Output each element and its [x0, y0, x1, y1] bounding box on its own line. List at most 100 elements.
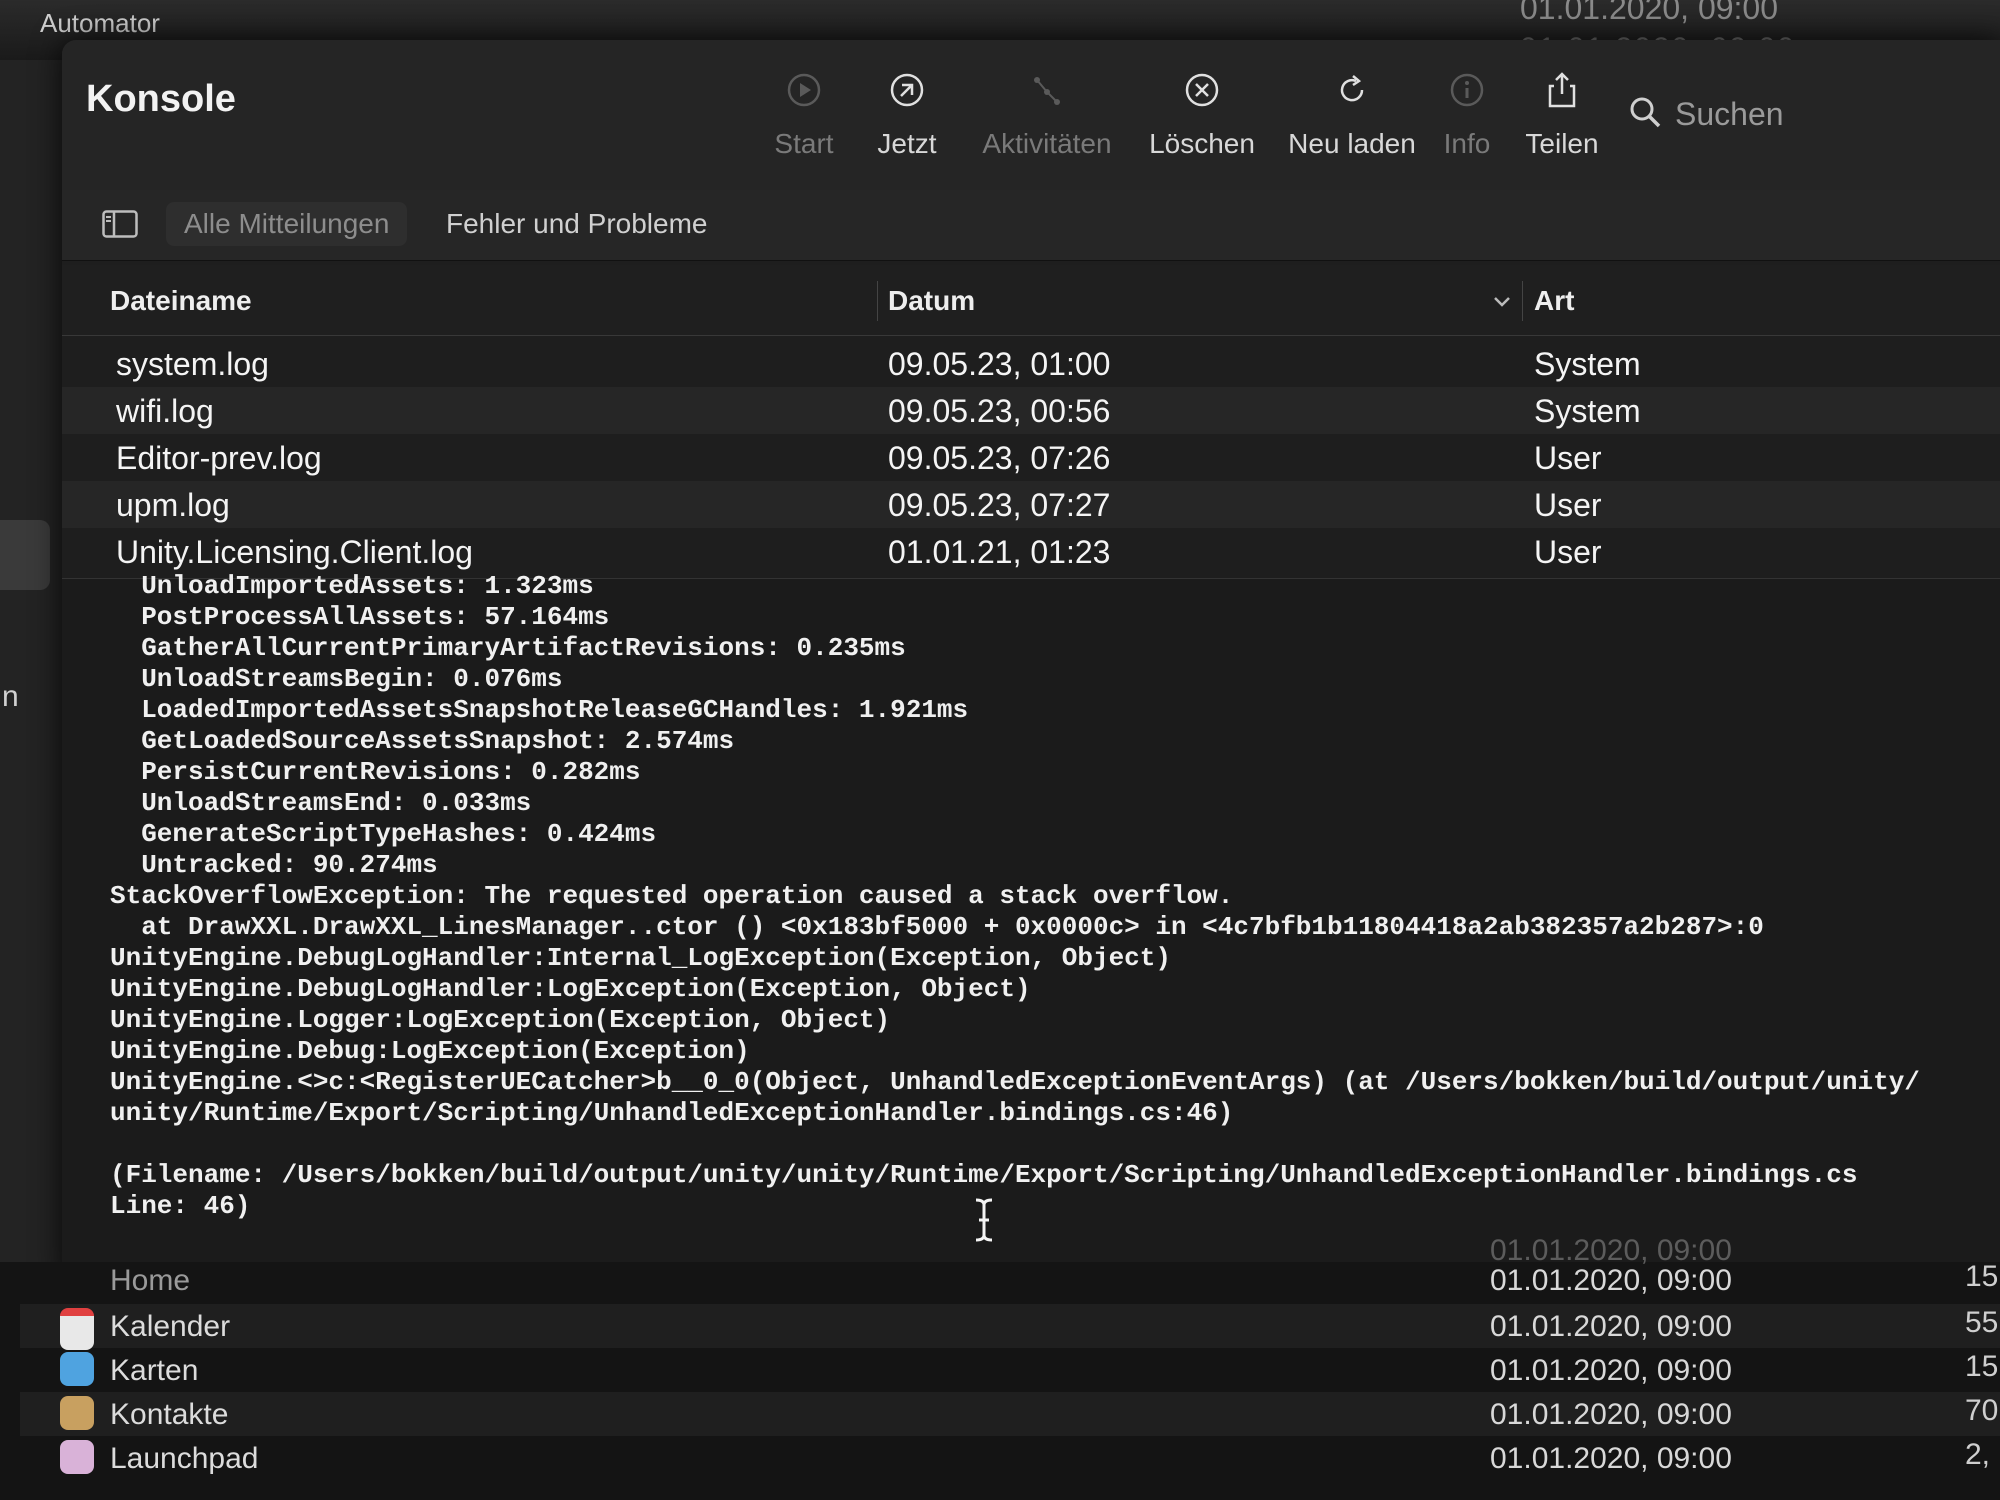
info-label: Info	[1443, 128, 1491, 159]
activities-button[interactable]: Aktivitäten	[942, 70, 1152, 160]
app-name: Home	[110, 1264, 191, 1297]
log-line: GenerateScriptTypeHashes: 0.424ms	[110, 819, 657, 849]
file-name: upm.log	[116, 487, 230, 523]
window-title: Konsole	[86, 78, 236, 120]
list-item[interactable]: Launchpad 01.01.2020, 09:00 2,	[20, 1436, 2000, 1480]
app-date: 01.01.2020, 09:00	[1490, 1398, 1732, 1431]
file-date: 09.05.23, 07:26	[888, 440, 1111, 476]
log-line: at DrawXXL.DrawXXL_LinesManager..ctor ()…	[110, 912, 1764, 942]
reload-button[interactable]: Neu laden	[1262, 70, 1442, 160]
log-line: UnityEngine.Logger:LogException(Exceptio…	[110, 1005, 891, 1035]
launchpad-icon	[60, 1440, 94, 1474]
list-item[interactable]: Kalender 01.01.2020, 09:00 55,	[20, 1304, 2000, 1350]
list-item[interactable]: Kontakte 01.01.2020, 09:00 70	[20, 1392, 2000, 1436]
share-label: Teilen	[1525, 128, 1599, 159]
log-content[interactable]: UnloadImportedAssets: 1.323ms PostProces…	[62, 571, 2000, 1279]
log-line: LoadedImportedAssetsSnapshotReleaseGCHan…	[110, 695, 969, 725]
info-button[interactable]: Info	[1417, 70, 1517, 160]
app-size: 2,	[1965, 1438, 1991, 1471]
log-line: UnloadImportedAssets: 1.323ms	[110, 571, 594, 601]
file-name: Unity.Licensing.Client.log	[116, 534, 473, 570]
log-line: PostProcessAllAssets: 57.164ms	[110, 602, 610, 632]
app-size: 55,	[1965, 1306, 2000, 1339]
log-line: UnloadStreamsBegin: 0.076ms	[110, 664, 563, 694]
app-name: Kalender	[110, 1310, 231, 1343]
file-kind: User	[1534, 534, 1602, 570]
filter-all-messages[interactable]: Alle Mitteilungen	[166, 202, 408, 246]
share-icon	[1548, 72, 1576, 108]
log-line: Line: 46)	[110, 1191, 251, 1221]
filter-errors-and-faults[interactable]: Fehler und Probleme	[428, 202, 725, 246]
app-date: 01.01.2020, 09:00	[1490, 1310, 1732, 1343]
column-header-date[interactable]: Datum	[888, 285, 975, 317]
table-row[interactable]: Editor-prev.log 09.05.23, 07:26 User	[62, 434, 2000, 481]
sidebar-toggle-icon[interactable]	[102, 210, 138, 238]
filter-bar: Alle Mitteilungen Fehler und Probleme	[62, 190, 2000, 261]
log-line: GetLoadedSourceAssetsSnapshot: 2.574ms	[110, 726, 735, 756]
console-window: Konsole Start Jetzt Aktivitäten Löschen …	[62, 40, 2000, 1280]
background-window-title: Automator	[40, 8, 160, 38]
search-field[interactable]	[1627, 88, 1987, 140]
maps-icon	[60, 1352, 94, 1386]
app-date: 01.01.2020, 09:00	[1490, 1264, 1732, 1297]
file-date: 09.05.23, 07:27	[888, 487, 1111, 523]
search-icon	[1630, 97, 1661, 128]
info-icon	[1450, 73, 1484, 107]
table-header: Dateiname Datum Art	[62, 265, 2000, 336]
background-sidebar-selection	[0, 520, 50, 590]
list-item[interactable]: Home 01.01.2020, 09:00 15	[20, 1258, 2000, 1302]
log-line: UnityEngine.DebugLogHandler:Internal_Log…	[110, 943, 1171, 973]
play-icon	[787, 73, 821, 107]
table-row[interactable]: upm.log 09.05.23, 07:27 User	[62, 481, 2000, 528]
log-line: unity/Runtime/Export/Scripting/Unhandled…	[110, 1098, 1234, 1128]
log-line: GatherAllCurrentPrimaryArtifactRevisions…	[110, 633, 906, 663]
file-kind: User	[1534, 487, 1602, 523]
file-name: wifi.log	[116, 393, 214, 429]
app-name: Launchpad	[110, 1442, 259, 1475]
file-name: Editor-prev.log	[116, 440, 322, 476]
jump-now-icon	[890, 73, 924, 107]
log-line: PersistCurrentRevisions: 0.282ms	[110, 757, 641, 787]
log-line	[110, 1129, 1920, 1160]
file-kind: User	[1534, 440, 1602, 476]
reload-label: Neu laden	[1288, 128, 1416, 159]
activities-label: Aktivitäten	[982, 128, 1112, 159]
table-row[interactable]: wifi.log 09.05.23, 00:56 System	[62, 387, 2000, 434]
log-line: Untracked: 90.274ms	[110, 850, 438, 880]
clear-button[interactable]: Löschen	[1122, 70, 1282, 160]
search-input[interactable]	[1673, 88, 1977, 140]
log-file-list: system.log 09.05.23, 01:00 System wifi.l…	[62, 340, 2000, 575]
app-size: 15,	[1965, 1350, 2000, 1383]
list-item[interactable]: Karten 01.01.2020, 09:00 15,	[20, 1348, 2000, 1392]
share-button[interactable]: Teilen	[1507, 70, 1617, 160]
log-line: UnityEngine.DebugLogHandler:LogException…	[110, 974, 1031, 1004]
log-line: UnloadStreamsEnd: 0.033ms	[110, 788, 532, 818]
app-date: 01.01.2020, 09:00	[1490, 1442, 1732, 1475]
column-divider	[1522, 281, 1523, 321]
file-date: 01.01.21, 01:23	[888, 534, 1111, 570]
column-header-filename[interactable]: Dateiname	[110, 285, 252, 317]
log-line: StackOverflowException: The requested op…	[110, 881, 1234, 911]
toolbar: Konsole Start Jetzt Aktivitäten Löschen …	[62, 40, 2000, 190]
column-divider	[877, 281, 878, 321]
clear-label: Löschen	[1149, 128, 1255, 159]
app-size: 15	[1965, 1260, 1999, 1293]
background-date: 01.01.2020, 09:00	[1520, 0, 1779, 26]
file-date: 09.05.23, 01:00	[888, 346, 1111, 382]
calendar-icon	[60, 1308, 94, 1350]
file-kind: System	[1534, 393, 1641, 429]
log-lines: UnloadImportedAssets: 1.323ms PostProces…	[110, 571, 1920, 1222]
file-date: 09.05.23, 00:56	[888, 393, 1111, 429]
app-size: 70	[1965, 1394, 1999, 1427]
table-row[interactable]: system.log 09.05.23, 01:00 System	[62, 340, 2000, 387]
text-cursor-icon	[975, 1198, 993, 1242]
app-date: 01.01.2020, 09:00	[1490, 1354, 1732, 1387]
background-sidebar-text: n	[2, 680, 19, 713]
log-line: UnityEngine.<>c:<RegisterUECatcher>b__0_…	[110, 1067, 1920, 1097]
chevron-down-icon[interactable]	[1492, 295, 1512, 309]
column-header-kind[interactable]: Art	[1534, 285, 1574, 317]
table-row[interactable]: Unity.Licensing.Client.log 01.01.21, 01:…	[62, 528, 2000, 575]
reload-icon	[1340, 75, 1364, 102]
clear-icon	[1185, 73, 1219, 107]
log-line: (Filename: /Users/bokken/build/output/un…	[110, 1160, 1858, 1190]
